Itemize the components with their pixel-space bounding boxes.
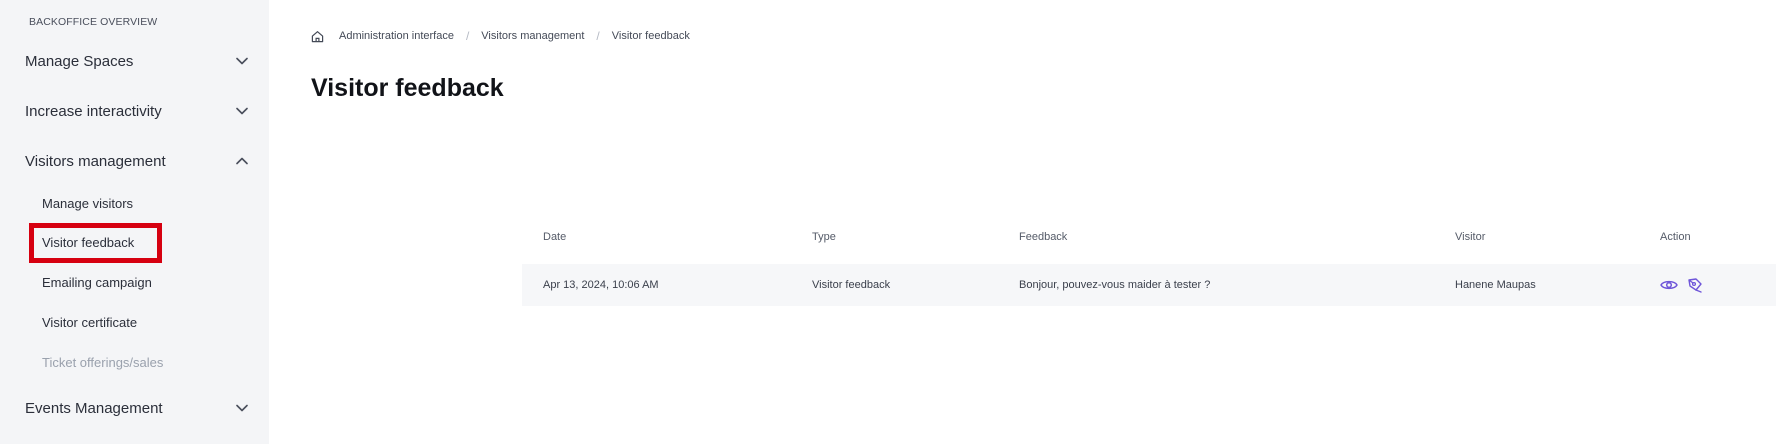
sidebar-item-manage-visitors[interactable]: Manage visitors xyxy=(42,194,133,214)
sidebar-heading: BACKOFFICE OVERVIEW xyxy=(29,16,158,28)
breadcrumb: Administration interface / Visitors mana… xyxy=(311,28,690,44)
chevron-down-icon xyxy=(235,54,249,68)
cell-date: Apr 13, 2024, 10:06 AM xyxy=(543,279,659,291)
cell-visitor: Hanene Maupas xyxy=(1455,279,1536,291)
column-header-date: Date xyxy=(543,231,567,243)
sidebar-item-emailing-campaign[interactable]: Emailing campaign xyxy=(42,273,152,293)
cell-type: Visitor feedback xyxy=(812,279,891,291)
breadcrumb-item-visitor-feedback: Visitor feedback xyxy=(611,30,690,42)
section-label: Manage Spaces xyxy=(25,52,134,70)
breadcrumb-item-visitors-management[interactable]: Visitors management xyxy=(481,30,584,42)
breadcrumb-separator: / xyxy=(465,29,470,43)
home-icon[interactable] xyxy=(311,29,325,43)
eye-icon[interactable] xyxy=(1660,276,1678,294)
chevron-down-icon xyxy=(235,104,249,118)
section-label: Events Management xyxy=(25,399,163,417)
sidebar-section-events-management[interactable]: Events Management xyxy=(25,393,251,423)
column-header-feedback: Feedback xyxy=(1019,231,1068,243)
column-header-visitor: Visitor xyxy=(1455,231,1486,243)
chevron-down-icon xyxy=(235,401,249,415)
chevron-up-icon xyxy=(235,154,249,168)
feedback-table: Date Type Feedback Visitor Action Apr 13… xyxy=(522,220,1776,306)
sidebar-item-visitor-certificate[interactable]: Visitor certificate xyxy=(42,313,137,333)
table-row: Apr 13, 2024, 10:06 AM Visitor feedback … xyxy=(522,264,1776,306)
app-root: BACKOFFICE OVERVIEW Manage Spaces Increa… xyxy=(0,0,1776,444)
sidebar-section-manage-spaces[interactable]: Manage Spaces xyxy=(25,46,251,76)
main-content: Administration interface / Visitors mana… xyxy=(269,0,1776,444)
page-title: Visitor feedback xyxy=(311,74,504,102)
sidebar-section-visitors-management[interactable]: Visitors management xyxy=(25,146,251,176)
cell-feedback: Bonjour, pouvez-vous maider à tester ? xyxy=(1019,279,1211,291)
breadcrumb-item-administration[interactable]: Administration interface xyxy=(339,30,454,42)
column-header-type: Type xyxy=(812,231,836,243)
sidebar: BACKOFFICE OVERVIEW Manage Spaces Increa… xyxy=(0,0,269,444)
table-header: Date Type Feedback Visitor Action xyxy=(522,220,1776,254)
breadcrumb-separator: / xyxy=(596,29,600,43)
section-label: Visitors management xyxy=(25,152,166,170)
edit-pen-icon[interactable] xyxy=(1686,276,1704,294)
sidebar-item-visitor-feedback[interactable]: Visitor feedback xyxy=(42,233,134,253)
sidebar-section-increase-interactivity[interactable]: Increase interactivity xyxy=(25,96,251,126)
section-label: Increase interactivity xyxy=(25,102,162,120)
column-header-action: Action xyxy=(1660,231,1691,243)
sidebar-item-ticket-offerings[interactable]: Ticket offerings/sales xyxy=(42,353,163,373)
cell-actions xyxy=(1660,264,1704,306)
